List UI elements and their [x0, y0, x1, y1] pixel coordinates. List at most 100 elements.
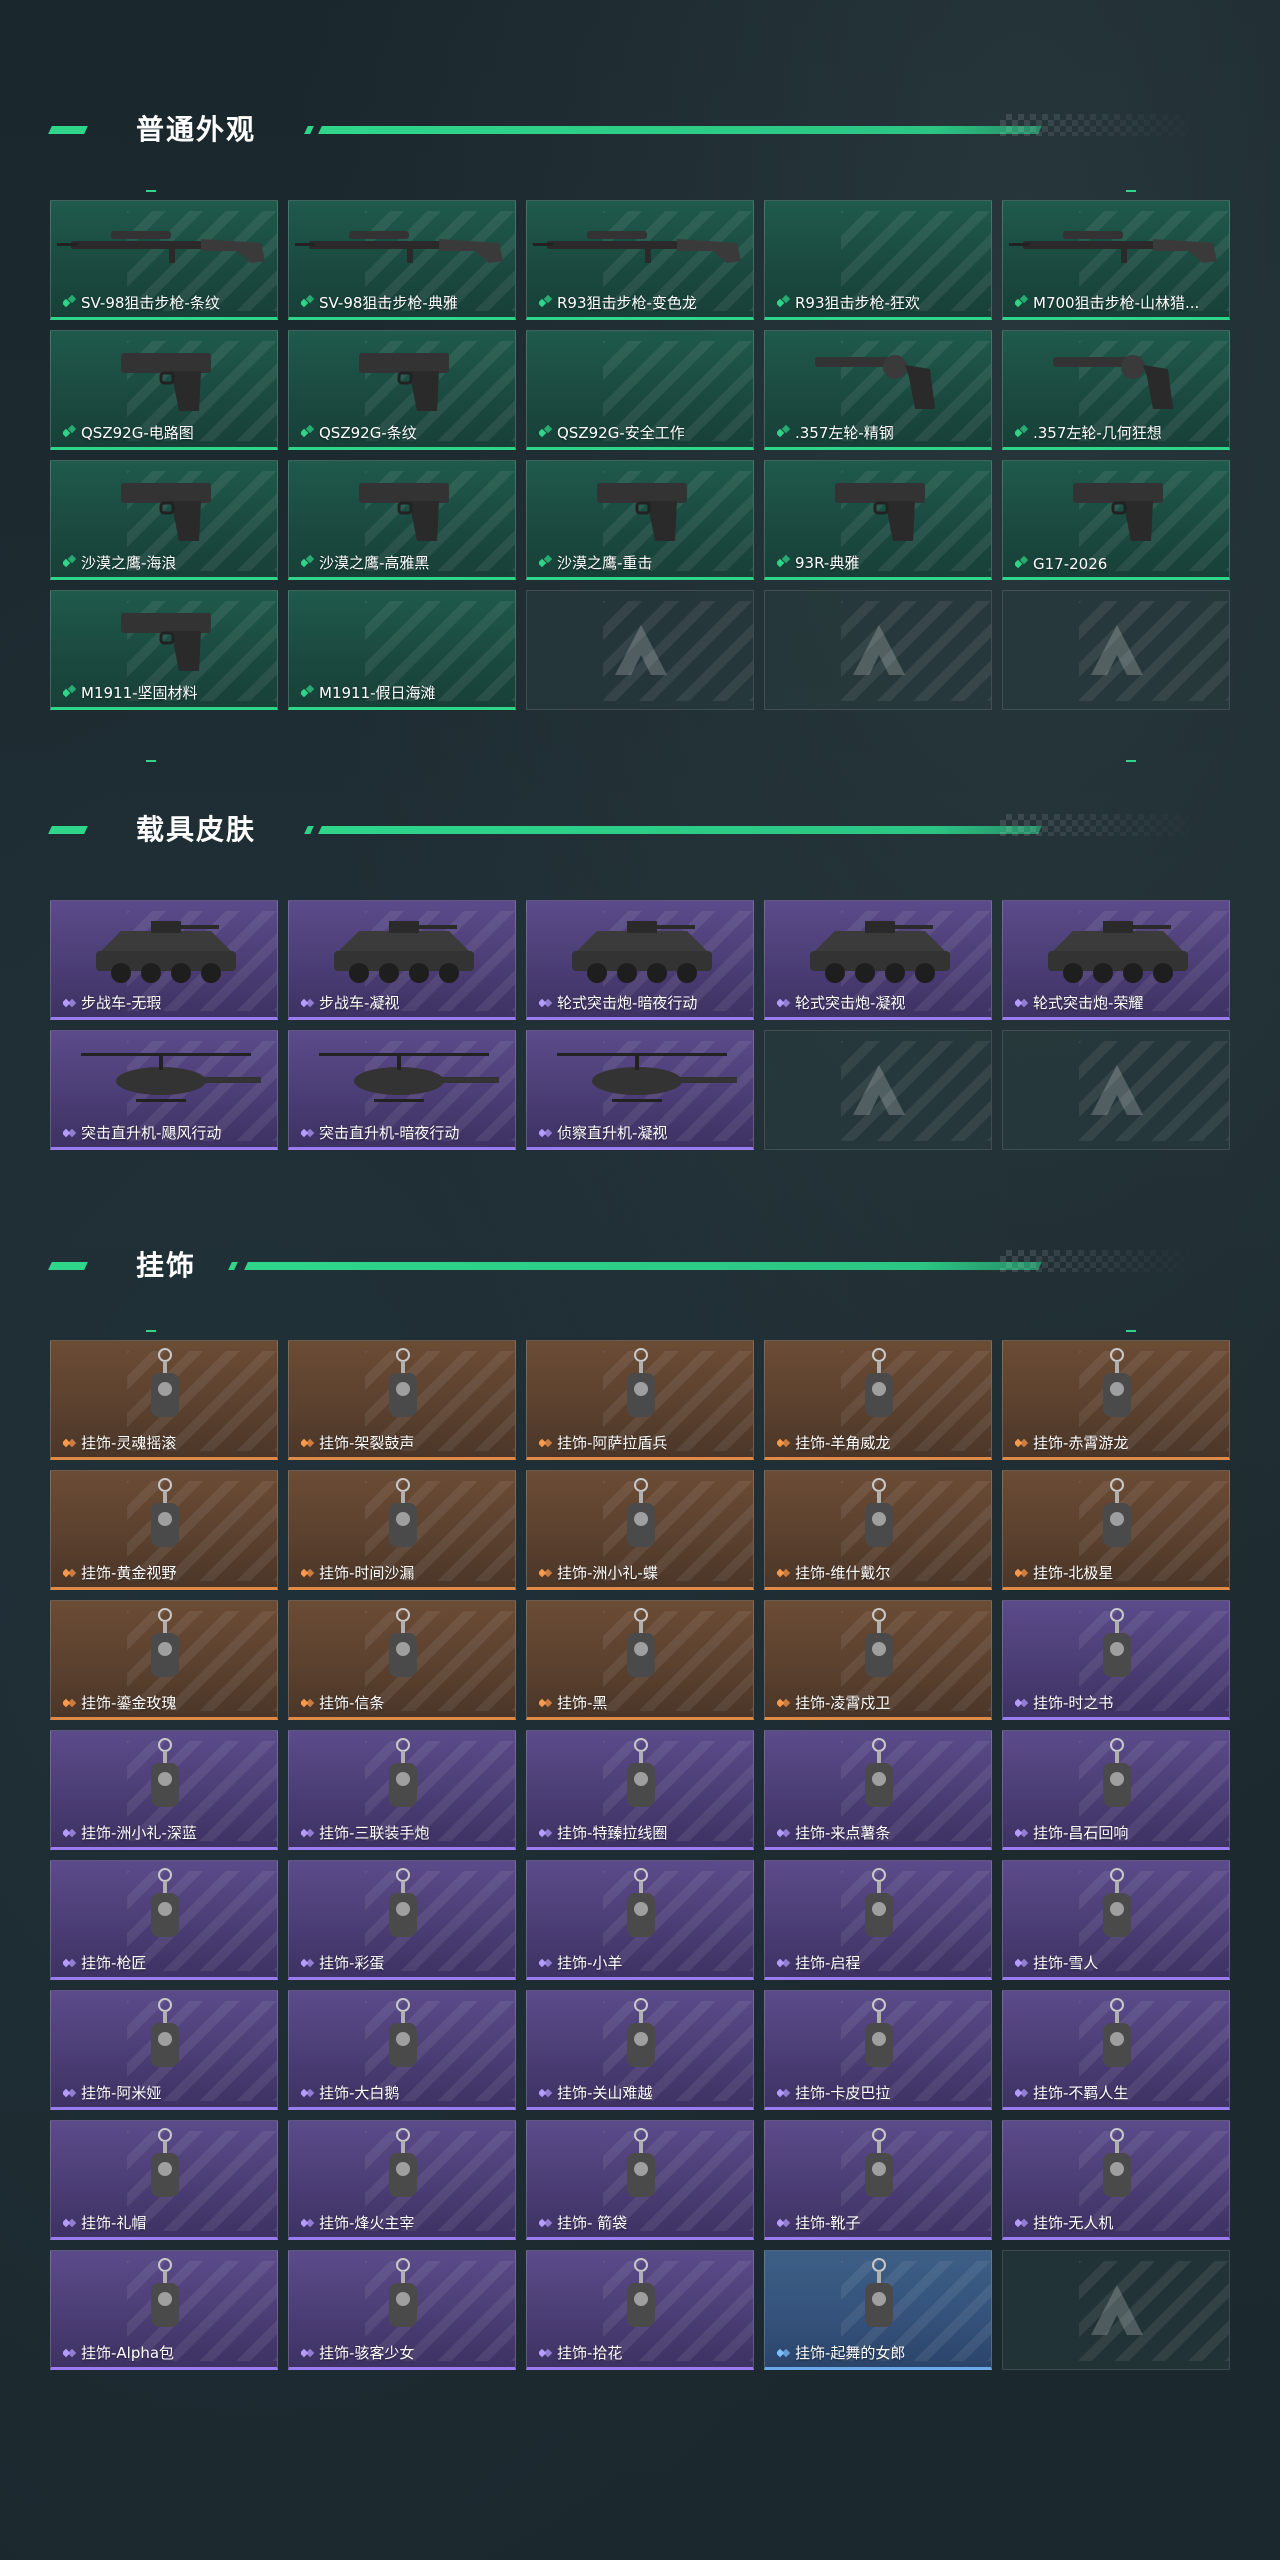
item-card[interactable]: 挂饰- 箭袋: [526, 2120, 754, 2240]
item-label: 挂饰-洲小礼-深蓝: [63, 1822, 197, 1843]
rarity-diamond-icon: [539, 1567, 551, 1579]
item-name: 挂饰-礼帽: [81, 2214, 147, 2232]
item-card[interactable]: 挂饰-不羁人生: [1002, 1990, 1230, 2110]
item-label: 挂饰-灵魂摇滚: [63, 1432, 176, 1453]
item-card[interactable]: 挂饰-鎏金玫瑰: [50, 1600, 278, 1720]
placeholder-logo-icon: [615, 625, 667, 675]
item-card[interactable]: R93狙击步枪-狂欢: [764, 200, 992, 320]
item-card[interactable]: 挂饰-阿米娅: [50, 1990, 278, 2110]
charm-icon: [151, 1868, 179, 1937]
item-card[interactable]: 挂饰-雪人: [1002, 1860, 1230, 1980]
item-card[interactable]: G17-2026: [1002, 460, 1230, 580]
rarity-diamond-icon: [301, 687, 313, 699]
item-card[interactable]: M700狙击步枪-山林猎...: [1002, 200, 1230, 320]
ifv-vehicle-icon: [96, 921, 236, 983]
item-card[interactable]: 沙漠之鹰-高雅黑: [288, 460, 516, 580]
pistol-icon: [597, 483, 687, 541]
item-card[interactable]: 挂饰-来点薯条: [764, 1730, 992, 1850]
item-card[interactable]: 挂饰-彩蛋: [288, 1860, 516, 1980]
item-card[interactable]: 挂饰-信条: [288, 1600, 516, 1720]
charm-icon: [865, 1738, 893, 1807]
rarity-diamond-icon: [1015, 558, 1027, 570]
rarity-diamond-icon: [539, 297, 551, 309]
item-card[interactable]: M1911-坚固材料: [50, 590, 278, 710]
item-card[interactable]: 突击直升机-飓风行动: [50, 1030, 278, 1150]
grid-vehicle-skins: 步战车-无瑕 步战车-凝视 轮式突击炮-暗夜行动 轮式突击炮-凝视 轮式突击炮-荣耀突击…: [50, 900, 1230, 1150]
item-name: 挂饰-不羁人生: [1033, 2084, 1129, 2102]
item-card[interactable]: 挂饰-枪匠: [50, 1860, 278, 1980]
charm-icon: [151, 2128, 179, 2197]
item-card[interactable]: 挂饰-起舞的女郎: [764, 2250, 992, 2370]
helicopter-icon: [557, 1053, 737, 1102]
item-card[interactable]: 挂饰-大白鹅: [288, 1990, 516, 2110]
charm-icon: [865, 1478, 893, 1547]
item-card[interactable]: 挂饰-凌霄戍卫: [764, 1600, 992, 1720]
item-card[interactable]: 挂饰-架裂鼓声: [288, 1340, 516, 1460]
item-card[interactable]: 挂饰-骇客少女: [288, 2250, 516, 2370]
item-card[interactable]: 沙漠之鹰-重击: [526, 460, 754, 580]
item-card[interactable]: 步战车-凝视: [288, 900, 516, 1020]
item-card[interactable]: .357左轮-精钢: [764, 330, 992, 450]
item-name: 步战车-凝视: [319, 994, 400, 1012]
item-card[interactable]: 挂饰-特臻拉线圈: [526, 1730, 754, 1850]
empty-slot-card: [764, 590, 992, 710]
item-card[interactable]: 挂饰-黑: [526, 1600, 754, 1720]
section-header: 挂饰: [0, 1236, 1280, 1296]
item-card[interactable]: 挂饰-阿萨拉盾兵: [526, 1340, 754, 1460]
item-card[interactable]: 挂饰-礼帽: [50, 2120, 278, 2240]
item-card[interactable]: M1911-假日海滩: [288, 590, 516, 710]
charm-icon: [389, 2258, 417, 2327]
item-card[interactable]: 挂饰-烽火主宰: [288, 2120, 516, 2240]
item-card[interactable]: 挂饰-灵魂摇滚: [50, 1340, 278, 1460]
item-name: 挂饰-阿萨拉盾兵: [557, 1434, 668, 1452]
item-card[interactable]: 挂饰-时间沙漏: [288, 1470, 516, 1590]
item-card[interactable]: .357左轮-几何狂想: [1002, 330, 1230, 450]
item-card[interactable]: 挂饰-昌石回响: [1002, 1730, 1230, 1850]
item-card[interactable]: 挂饰-洲小礼-蝶: [526, 1470, 754, 1590]
item-name: .357左轮-精钢: [795, 424, 894, 442]
header-bar-decoration: [244, 1262, 1042, 1270]
item-card[interactable]: 挂饰-黄金视野: [50, 1470, 278, 1590]
item-card[interactable]: R93狙击步枪-变色龙: [526, 200, 754, 320]
item-card[interactable]: 沙漠之鹰-海浪: [50, 460, 278, 580]
item-card[interactable]: 侦察直升机-凝视: [526, 1030, 754, 1150]
item-card[interactable]: QSZ92G-电路图: [50, 330, 278, 450]
item-card[interactable]: 挂饰-赤霄游龙: [1002, 1340, 1230, 1460]
item-card[interactable]: 挂饰-北极星: [1002, 1470, 1230, 1590]
item-card[interactable]: 挂饰-洲小礼-深蓝: [50, 1730, 278, 1850]
item-card[interactable]: 挂饰-Alpha包: [50, 2250, 278, 2370]
header-bar-decoration: [318, 826, 1042, 834]
item-card[interactable]: 93R-典雅: [764, 460, 992, 580]
item-card[interactable]: 挂饰-时之书: [1002, 1600, 1230, 1720]
item-card[interactable]: QSZ92G-安全工作: [526, 330, 754, 450]
item-card[interactable]: 挂饰-靴子: [764, 2120, 992, 2240]
item-card[interactable]: 轮式突击炮-暗夜行动: [526, 900, 754, 1020]
header-checker-decoration: [1000, 1250, 1200, 1272]
item-card[interactable]: 挂饰-启程: [764, 1860, 992, 1980]
item-card[interactable]: 挂饰-无人机: [1002, 2120, 1230, 2240]
rarity-diamond-icon: [301, 2087, 313, 2099]
charm-icon: [627, 1868, 655, 1937]
item-card[interactable]: QSZ92G-条纹: [288, 330, 516, 450]
item-label: 挂饰-阿米娅: [63, 2082, 161, 2103]
header-dash-decoration: [48, 126, 88, 134]
rarity-diamond-icon: [539, 1957, 551, 1969]
revolver-icon: [1053, 355, 1173, 409]
item-card[interactable]: 挂饰-关山难越: [526, 1990, 754, 2110]
item-card[interactable]: 挂饰-拾花: [526, 2250, 754, 2370]
item-label: M1911-坚固材料: [63, 682, 198, 703]
item-name: 步战车-无瑕: [81, 994, 162, 1012]
item-card[interactable]: 轮式突击炮-荣耀: [1002, 900, 1230, 1020]
item-card[interactable]: 挂饰-三联装手炮: [288, 1730, 516, 1850]
item-card[interactable]: SV-98狙击步枪-典雅: [288, 200, 516, 320]
item-card[interactable]: 挂饰-卡皮巴拉: [764, 1990, 992, 2110]
item-card[interactable]: 挂饰-羊角威龙: [764, 1340, 992, 1460]
item-card[interactable]: 轮式突击炮-凝视: [764, 900, 992, 1020]
item-card[interactable]: 挂饰-小羊: [526, 1860, 754, 1980]
item-card[interactable]: 挂饰-维什戴尔: [764, 1470, 992, 1590]
item-card[interactable]: 步战车-无瑕: [50, 900, 278, 1020]
item-name: R93狙击步枪-狂欢: [795, 294, 920, 312]
item-card[interactable]: 突击直升机-暗夜行动: [288, 1030, 516, 1150]
rarity-diamond-icon: [539, 427, 551, 439]
item-card[interactable]: SV-98狙击步枪-条纹: [50, 200, 278, 320]
